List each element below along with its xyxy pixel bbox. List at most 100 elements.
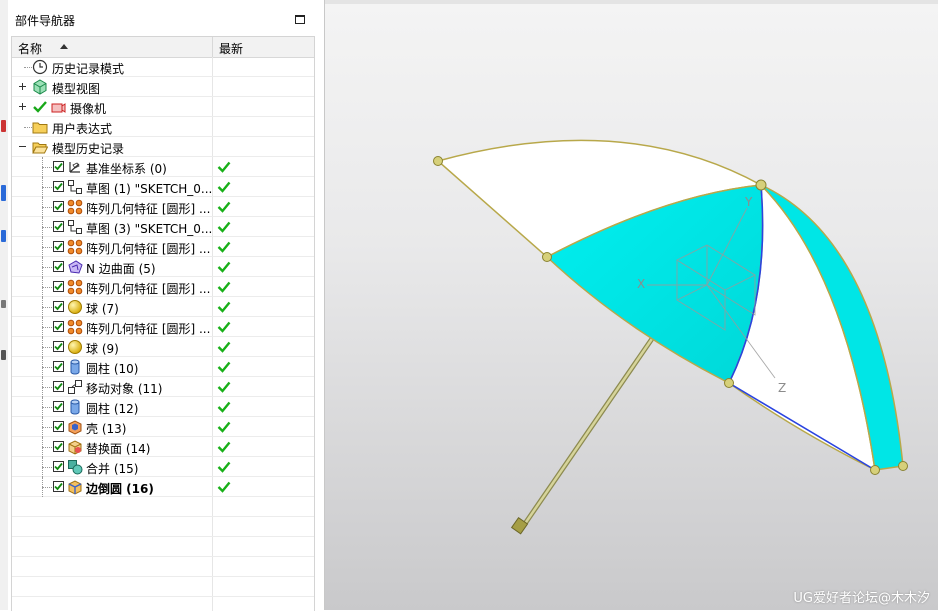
tree-node-label: 球 (7)	[86, 302, 119, 316]
resource-bar-tab[interactable]	[1, 300, 6, 308]
feature-checkbox[interactable]	[53, 201, 64, 212]
column-header-latest[interactable]: 最新	[213, 37, 313, 57]
tree-node-feature[interactable]: 阵列几何特征 [圆形] ...	[12, 277, 314, 297]
tree-node-label: 圆柱 (10)	[86, 362, 139, 376]
feature-checkbox[interactable]	[53, 401, 64, 412]
empty-row	[12, 557, 314, 577]
tree-node-label: 草图 (1) "SKETCH_0...	[86, 182, 213, 196]
up-to-date-check-icon	[217, 400, 231, 414]
resource-bar-tab[interactable]	[1, 230, 6, 242]
tree-node-label: 移动对象 (11)	[86, 382, 163, 396]
up-to-date-check-icon	[217, 320, 231, 334]
pattern-icon	[67, 319, 83, 335]
up-to-date-check-icon	[217, 440, 231, 454]
empty-row	[12, 537, 314, 557]
up-to-date-check-icon	[217, 480, 231, 494]
tree-node-feature[interactable]: 球 (7)	[12, 297, 314, 317]
tree-node-history-mode[interactable]: 历史记录模式	[12, 57, 314, 77]
tree-node-label: 阵列几何特征 [圆形] ...	[86, 242, 211, 256]
tree-node-label: 阵列几何特征 [圆形] ...	[86, 322, 211, 336]
collapse-icon[interactable]	[19, 143, 26, 150]
feature-checkbox[interactable]	[53, 461, 64, 472]
resource-bar-tab[interactable]	[1, 120, 6, 132]
column-name-label: 名称	[18, 42, 43, 56]
tree-node-label: 历史记录模式	[52, 62, 125, 76]
feature-checkbox[interactable]	[53, 341, 64, 352]
shell-icon	[67, 419, 83, 435]
tree-node-feature[interactable]: 圆柱 (12)	[12, 397, 314, 417]
up-to-date-check-icon	[217, 420, 231, 434]
sphere-icon	[67, 339, 83, 355]
feature-checkbox[interactable]	[53, 421, 64, 432]
tree-node-model-views[interactable]: 模型视图	[12, 77, 314, 97]
feature-checkbox[interactable]	[53, 241, 64, 252]
feature-checkbox[interactable]	[53, 221, 64, 232]
feature-checkbox[interactable]	[53, 261, 64, 272]
feature-checkbox[interactable]	[53, 321, 64, 332]
resource-bar-tab[interactable]	[1, 350, 6, 360]
tree-node-feature[interactable]: 壳 (13)	[12, 417, 314, 437]
tree-node-feature[interactable]: N 边曲面 (5)	[12, 257, 314, 277]
tree-node-label: 摄像机	[70, 102, 107, 116]
navigator-title: 部件导航器	[15, 14, 76, 28]
edge-blend-icon	[67, 479, 83, 495]
up-to-date-check-icon	[217, 300, 231, 314]
feature-checkbox[interactable]	[53, 361, 64, 372]
tree-node-feature[interactable]: 合并 (15)	[12, 457, 314, 477]
umbrella-model[interactable]: Y X Z	[325, 0, 938, 610]
expand-icon[interactable]	[19, 103, 26, 110]
tree-node-feature[interactable]: 移动对象 (11)	[12, 377, 314, 397]
tree-node-label: 壳 (13)	[86, 422, 127, 436]
umbrella-handle-highlight	[520, 329, 660, 529]
model-view-icon	[32, 79, 48, 95]
up-to-date-check-icon	[217, 220, 231, 234]
tree-node-feature[interactable]: 圆柱 (10)	[12, 357, 314, 377]
tree-node-label: 阵列几何特征 [圆形] ...	[86, 282, 211, 296]
tree-node-feature[interactable]: 阵列几何特征 [圆形] ...	[12, 197, 314, 217]
up-to-date-check-icon	[217, 160, 231, 174]
tree-node-label: 用户表达式	[52, 122, 113, 136]
pattern-icon	[67, 279, 83, 295]
feature-checkbox[interactable]	[53, 281, 64, 292]
axis-label-z: Z	[778, 381, 786, 395]
tree-node-model-history[interactable]: 模型历史记录	[12, 137, 314, 157]
tree-node-feature[interactable]: 球 (9)	[12, 337, 314, 357]
tree-node-feature[interactable]: 阵列几何特征 [圆形] ...	[12, 317, 314, 337]
tree-node-label: 草图 (3) "SKETCH_0...	[86, 222, 213, 236]
tree-node-feature[interactable]: 基准坐标系 (0)	[12, 157, 314, 177]
sort-ascending-icon	[60, 44, 68, 49]
graphics-window[interactable]: Y X Z UG爱好者论坛@木木汐	[325, 0, 938, 610]
feature-checkbox[interactable]	[53, 481, 64, 492]
feature-checkbox[interactable]	[53, 441, 64, 452]
tree-node-feature[interactable]: 草图 (3) "SKETCH_0...	[12, 217, 314, 237]
cylinder-icon	[67, 359, 83, 375]
tree-node-label: 基准坐标系 (0)	[86, 162, 167, 176]
tree-node-feature[interactable]: 阵列几何特征 [圆形] ...	[12, 237, 314, 257]
up-to-date-check-icon	[217, 460, 231, 474]
feature-checkbox[interactable]	[53, 381, 64, 392]
pattern-icon	[67, 199, 83, 215]
maximize-icon[interactable]	[295, 15, 305, 24]
feature-checkbox[interactable]	[53, 161, 64, 172]
expand-icon[interactable]	[19, 83, 26, 90]
empty-row	[12, 517, 314, 537]
tree-node-label: 模型历史记录	[52, 142, 125, 156]
feature-checkbox[interactable]	[53, 301, 64, 312]
axis-label-y: Y	[744, 195, 753, 209]
tree-node-label: 球 (9)	[86, 342, 119, 356]
feature-checkbox[interactable]	[53, 181, 64, 192]
tree-header: 名称 最新	[12, 37, 314, 58]
watermark: UG爱好者论坛@木木汐	[793, 591, 930, 606]
tree-node-user-expressions[interactable]: 用户表达式	[12, 117, 314, 137]
tree-node-label: 圆柱 (12)	[86, 402, 139, 416]
tree-node-label: 阵列几何特征 [圆形] ...	[86, 202, 211, 216]
tree-node-feature[interactable]: 边倒圆 (16)	[12, 477, 314, 497]
tree-node-feature[interactable]: 草图 (1) "SKETCH_0...	[12, 177, 314, 197]
navigator-title-bar: 部件导航器	[8, 0, 324, 36]
column-header-name[interactable]: 名称	[12, 37, 213, 57]
up-to-date-check-icon	[217, 260, 231, 274]
tree-node-feature[interactable]: 替换面 (14)	[12, 437, 314, 457]
tree-node-cameras[interactable]: 摄像机	[12, 97, 314, 117]
tree-node-label: 合并 (15)	[86, 462, 139, 476]
resource-bar-tab[interactable]	[1, 185, 6, 201]
